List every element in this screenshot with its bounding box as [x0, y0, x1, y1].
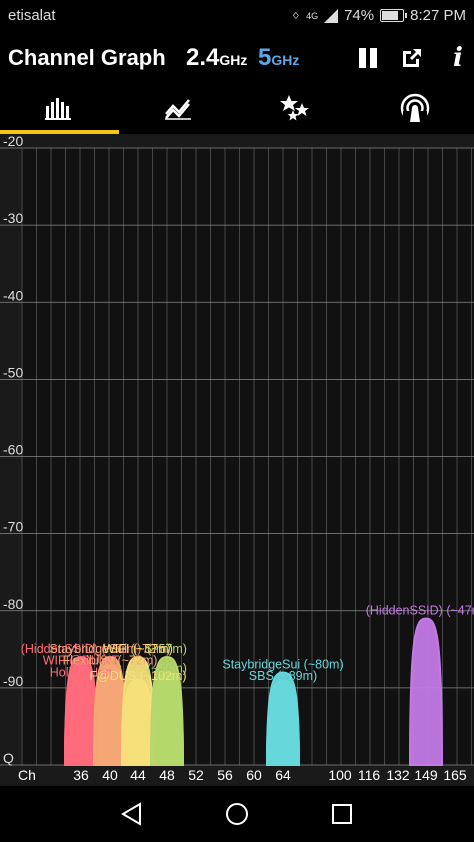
band-5-unit: GHz: [271, 52, 300, 68]
y-tick-label: -40: [3, 287, 23, 303]
tab-bar: [0, 82, 474, 134]
channel-chart: -20 -30 -40 -50 -60 -70 -80 -90 QCh 36 40 44 48 52 56 6…: [0, 134, 474, 783]
x-tick-label: 36: [73, 767, 89, 783]
x-tick-label: 132: [386, 767, 410, 783]
y-tick-label: -20: [3, 134, 23, 149]
x-tick-label: 40: [102, 767, 118, 783]
status-bar: etisalat ᛜ 4G 74% 8:27 PM: [0, 0, 474, 34]
bar-chart-icon: [45, 98, 72, 120]
carrier-name: etisalat: [8, 7, 56, 24]
band-24-unit: GHz: [219, 52, 248, 68]
battery-icon: [380, 9, 408, 22]
home-circle-icon: [226, 803, 248, 825]
x-tick-label: 149: [414, 767, 438, 783]
wifi-signal-icon: [400, 93, 429, 123]
battery-percent: 74%: [344, 7, 375, 24]
tab-channel-rating[interactable]: [237, 82, 356, 134]
band-24-value: 2.4: [186, 44, 220, 71]
page-title: Channel Graph: [8, 45, 166, 70]
home-button[interactable]: [223, 800, 251, 828]
x-tick-label: 44: [130, 767, 146, 783]
y-tick-label: -50: [3, 364, 23, 380]
network-label: SBS (~89m): [249, 669, 317, 683]
navigation-bar: [0, 786, 474, 842]
band-24ghz-toggle[interactable]: 2.4GHz: [186, 44, 247, 72]
recents-button[interactable]: [328, 800, 356, 828]
x-tick-label: 116: [358, 767, 381, 783]
y-tick-label: -90: [3, 673, 23, 689]
tab-channel-graph[interactable]: [0, 82, 119, 134]
x-tick-label: 56: [217, 767, 233, 783]
x-tick-label: 48: [159, 767, 175, 783]
tab-access-points[interactable]: [356, 82, 474, 134]
share-icon: [403, 49, 421, 67]
info-button[interactable]: i: [444, 43, 472, 73]
x-tick-label: 60: [246, 767, 262, 783]
cell-signal-icon: [324, 8, 339, 23]
share-button[interactable]: [398, 44, 426, 72]
bluetooth-icon: ᛜ: [291, 7, 301, 24]
y-tick-label: -30: [3, 210, 23, 226]
x-axis-label: Ch: [18, 767, 36, 783]
status-icons: ᛜ 4G 74% 8:27 PM: [292, 7, 466, 24]
network-label: (HiddenSSID) (~47m): [366, 603, 474, 617]
x-tick-label: 100: [328, 767, 352, 783]
x-tick-label: 64: [275, 767, 291, 783]
back-triangle-icon: [121, 802, 141, 826]
y-tick-label: -70: [3, 519, 23, 535]
x-tick-label: 165: [443, 767, 467, 783]
x-tick-label: 52: [188, 767, 204, 783]
tab-time-graph[interactable]: [119, 82, 238, 134]
network-signal-curve: [408, 617, 444, 766]
channel-graph-area: -20 -30 -40 -50 -60 -70 -80 -90 Q Ch 36 40 44 48 52 56 6…: [0, 134, 474, 786]
pause-icon: [359, 48, 377, 68]
line-graph-icon: [164, 99, 191, 120]
back-button[interactable]: [118, 800, 146, 828]
network-label: (~57m): [147, 642, 187, 656]
band-5-value: 5: [258, 44, 272, 71]
y-tick-label: -60: [3, 442, 23, 458]
stars-icon: [280, 95, 310, 121]
pause-button[interactable]: [354, 44, 382, 72]
recents-square-icon: [332, 804, 352, 824]
y-tick-label: -80: [3, 596, 23, 612]
app-bar: Channel Graph 2.4GHz 5GHz i: [0, 34, 474, 82]
network-type: 4G: [306, 10, 319, 21]
clock: 8:27 PM: [410, 7, 466, 24]
network-label: (~50m): [147, 661, 187, 675]
network-signal-curve: [265, 671, 301, 766]
y-tick-label: Q: [3, 750, 14, 766]
band-5ghz-toggle[interactable]: 5GHz: [258, 44, 299, 72]
